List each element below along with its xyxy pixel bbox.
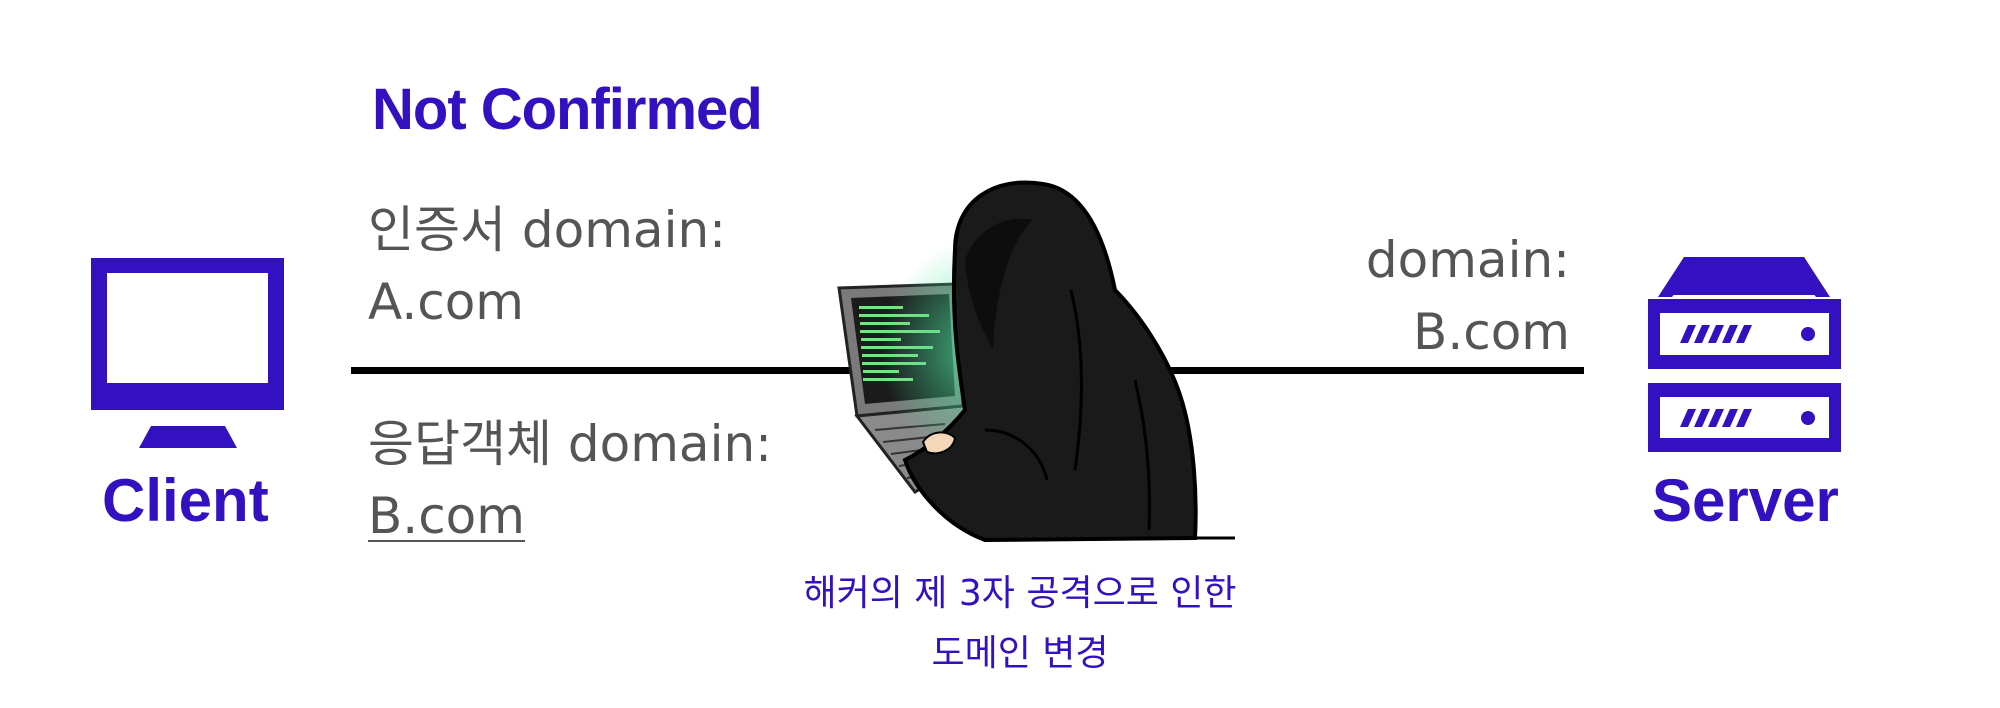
server-domain-label: domain: bbox=[1365, 231, 1570, 289]
certificate-domain: 인증서 domain: A.com bbox=[368, 194, 726, 338]
status-title: Not Confirmed bbox=[372, 77, 763, 142]
server-domain: domain: B.com bbox=[1366, 224, 1570, 368]
attack-caption: 해커의 제 3자 공격으로 인한 도메인 변경 bbox=[760, 564, 1280, 684]
response-domain: 응답객체 domain: B.com bbox=[368, 408, 772, 552]
response-domain-label: 응답객체 domain: bbox=[368, 415, 772, 473]
server-icon bbox=[1648, 257, 1841, 452]
server-domain-value: B.com bbox=[1413, 303, 1570, 361]
response-domain-value: B.com bbox=[368, 487, 525, 545]
certificate-domain-value: A.com bbox=[368, 273, 525, 331]
attack-caption-line2: 도메인 변경 bbox=[931, 633, 1109, 674]
monitor-icon bbox=[91, 258, 284, 448]
certificate-domain-label: 인증서 domain: bbox=[368, 201, 726, 259]
server-label: Server bbox=[1652, 467, 1839, 534]
hacker-illustration bbox=[837, 180, 1235, 543]
attack-caption-line1: 해커의 제 3자 공격으로 인한 bbox=[803, 573, 1237, 614]
client-label: Client bbox=[102, 467, 269, 534]
